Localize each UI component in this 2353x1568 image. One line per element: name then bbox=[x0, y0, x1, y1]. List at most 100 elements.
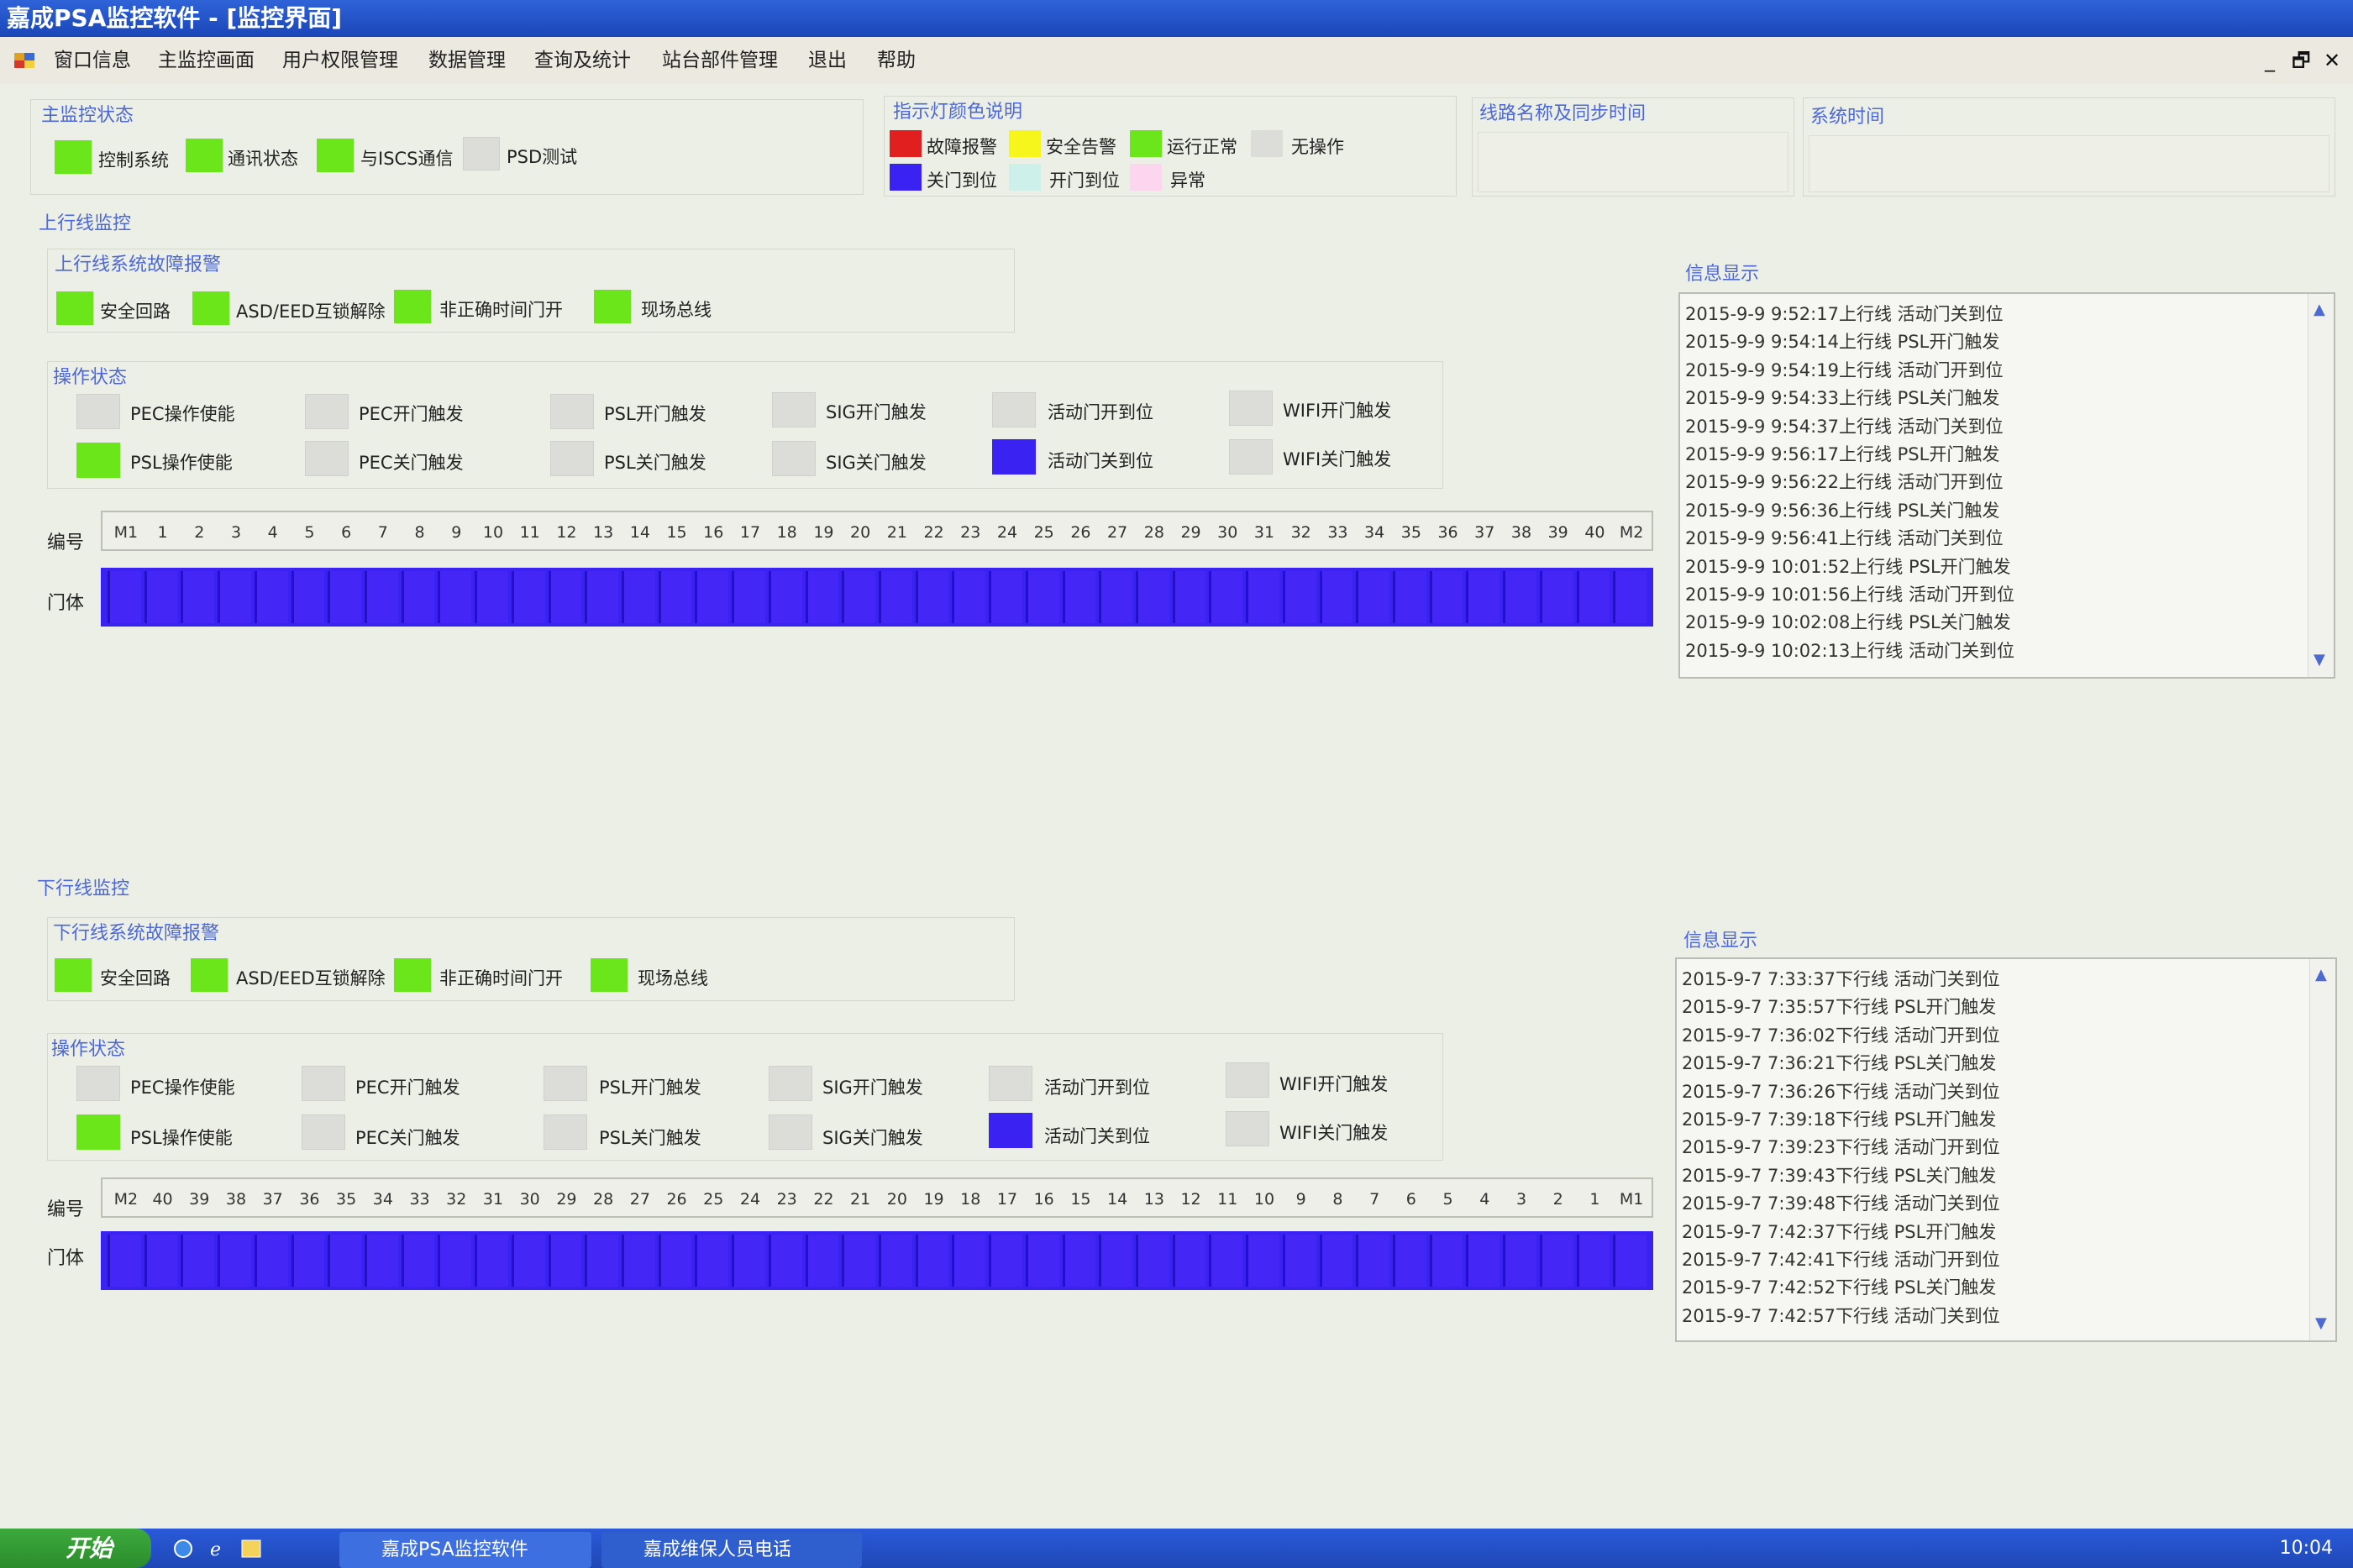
up-door-block[interactable] bbox=[1429, 571, 1463, 623]
up-door-block[interactable] bbox=[1613, 571, 1647, 623]
up-door-block[interactable] bbox=[291, 571, 325, 623]
scroll-down-icon[interactable]: ▼ bbox=[2315, 1314, 2327, 1332]
menu-station-parts[interactable]: 站台部件管理 bbox=[662, 37, 778, 84]
down-door-block[interactable] bbox=[291, 1235, 325, 1287]
down-door-block[interactable] bbox=[475, 1235, 508, 1287]
up-door-block[interactable] bbox=[952, 571, 986, 623]
down-door-block[interactable] bbox=[254, 1235, 288, 1287]
up-door-block[interactable] bbox=[915, 571, 949, 623]
down-door-block[interactable] bbox=[438, 1235, 472, 1287]
minimize-icon[interactable]: _ bbox=[2265, 37, 2275, 84]
up-door-block[interactable] bbox=[1539, 571, 1573, 623]
down-door-block[interactable] bbox=[401, 1235, 435, 1287]
up-door-block[interactable] bbox=[768, 571, 802, 623]
up-door-block[interactable] bbox=[1099, 571, 1132, 623]
up-door-block[interactable] bbox=[144, 571, 178, 623]
down-door-block[interactable] bbox=[695, 1235, 729, 1287]
app-icon[interactable] bbox=[13, 50, 35, 71]
down-door-block[interactable] bbox=[1466, 1235, 1500, 1287]
down-door-block[interactable] bbox=[1209, 1235, 1243, 1287]
down-door-block[interactable] bbox=[1576, 1235, 1610, 1287]
up-info-log[interactable]: 2015-9-9 10:02:13上行线 活动门关到位 2015-9-9 10:0… bbox=[1678, 292, 2335, 679]
menu-user-permissions[interactable]: 用户权限管理 bbox=[282, 37, 398, 84]
up-door-block[interactable] bbox=[1172, 571, 1206, 623]
up-door-block[interactable] bbox=[108, 571, 141, 623]
down-door-block[interactable] bbox=[218, 1235, 251, 1287]
up-door-block[interactable] bbox=[328, 571, 361, 623]
up-door-block[interactable] bbox=[254, 571, 288, 623]
up-door-block[interactable] bbox=[805, 571, 839, 623]
down-door-block[interactable] bbox=[1172, 1235, 1206, 1287]
menu-query-stats[interactable]: 查询及统计 bbox=[534, 37, 631, 84]
down-door-block[interactable] bbox=[1282, 1235, 1316, 1287]
up-door-block[interactable] bbox=[1393, 571, 1426, 623]
scroll-down-icon[interactable]: ▼ bbox=[2314, 651, 2325, 669]
menu-exit[interactable]: 退出 bbox=[808, 37, 847, 84]
close-icon[interactable]: ✕ bbox=[2324, 37, 2340, 84]
down-door-block[interactable] bbox=[181, 1235, 215, 1287]
up-door-block[interactable] bbox=[511, 571, 545, 623]
down-door-block[interactable] bbox=[842, 1235, 875, 1287]
up-door-block[interactable] bbox=[658, 571, 692, 623]
down-door-block[interactable] bbox=[365, 1235, 398, 1287]
quick-launch-icons[interactable]: ℯ bbox=[171, 1537, 272, 1560]
down-door-block[interactable] bbox=[805, 1235, 839, 1287]
restore-icon[interactable]: 🗗 bbox=[2292, 37, 2311, 84]
up-door-block[interactable] bbox=[365, 571, 398, 623]
up-door-block[interactable] bbox=[1503, 571, 1536, 623]
down-door-block[interactable] bbox=[1539, 1235, 1573, 1287]
up-door-block[interactable] bbox=[1466, 571, 1500, 623]
down-door-block[interactable] bbox=[1356, 1235, 1389, 1287]
up-door-block[interactable] bbox=[695, 571, 729, 623]
down-door-block[interactable] bbox=[879, 1235, 912, 1287]
down-door-block[interactable] bbox=[1319, 1235, 1353, 1287]
down-door-block[interactable] bbox=[1025, 1235, 1059, 1287]
down-door-block[interactable] bbox=[585, 1235, 618, 1287]
down-door-block[interactable] bbox=[1246, 1235, 1279, 1287]
menu-help[interactable]: 帮助 bbox=[877, 37, 916, 84]
up-door-block[interactable] bbox=[1576, 571, 1610, 623]
up-door-block[interactable] bbox=[842, 571, 875, 623]
start-button[interactable]: 开始 bbox=[0, 1529, 151, 1568]
up-door-block[interactable] bbox=[438, 571, 472, 623]
down-door-block[interactable] bbox=[1099, 1235, 1132, 1287]
menu-main-monitor[interactable]: 主监控画面 bbox=[158, 37, 255, 84]
down-door-block[interactable] bbox=[1503, 1235, 1536, 1287]
down-door-block[interactable] bbox=[1062, 1235, 1096, 1287]
down-door-block[interactable] bbox=[622, 1235, 655, 1287]
down-door-block[interactable] bbox=[989, 1235, 1022, 1287]
menu-window-info[interactable]: 窗口信息 bbox=[54, 37, 131, 84]
down-door-block[interactable] bbox=[144, 1235, 178, 1287]
up-door-block[interactable] bbox=[1136, 571, 1169, 623]
up-door-block[interactable] bbox=[989, 571, 1022, 623]
down-door-block[interactable] bbox=[732, 1235, 765, 1287]
up-door-block[interactable] bbox=[1319, 571, 1353, 623]
up-info-scrollbar[interactable]: ▲ ▼ bbox=[2308, 294, 2334, 677]
up-door-block[interactable] bbox=[401, 571, 435, 623]
down-door-block[interactable] bbox=[952, 1235, 986, 1287]
down-door-block[interactable] bbox=[548, 1235, 582, 1287]
up-door-block[interactable] bbox=[879, 571, 912, 623]
up-door-block[interactable] bbox=[1282, 571, 1316, 623]
down-door-block[interactable] bbox=[1429, 1235, 1463, 1287]
up-door-block[interactable] bbox=[622, 571, 655, 623]
down-door-block[interactable] bbox=[768, 1235, 802, 1287]
scroll-up-icon[interactable]: ▲ bbox=[2314, 301, 2325, 318]
down-door-block[interactable] bbox=[108, 1235, 141, 1287]
up-door-block[interactable] bbox=[585, 571, 618, 623]
up-door-block[interactable] bbox=[181, 571, 215, 623]
down-info-log[interactable]: 2015-9-7 7:42:57下行线 活动门关到位 2015-9-7 7:42:… bbox=[1675, 957, 2337, 1342]
up-door-block[interactable] bbox=[218, 571, 251, 623]
menu-data-management[interactable]: 数据管理 bbox=[428, 37, 506, 84]
down-door-block[interactable] bbox=[511, 1235, 545, 1287]
up-door-block[interactable] bbox=[548, 571, 582, 623]
down-door-block[interactable] bbox=[658, 1235, 692, 1287]
up-door-block[interactable] bbox=[1356, 571, 1389, 623]
up-door-block[interactable] bbox=[1209, 571, 1243, 623]
up-door-block[interactable] bbox=[475, 571, 508, 623]
taskbar-psa-monitor[interactable]: 嘉成PSA监控软件 bbox=[339, 1532, 591, 1568]
up-door-block[interactable] bbox=[1025, 571, 1059, 623]
down-door-block[interactable] bbox=[1613, 1235, 1647, 1287]
up-door-block[interactable] bbox=[732, 571, 765, 623]
down-door-block[interactable] bbox=[328, 1235, 361, 1287]
